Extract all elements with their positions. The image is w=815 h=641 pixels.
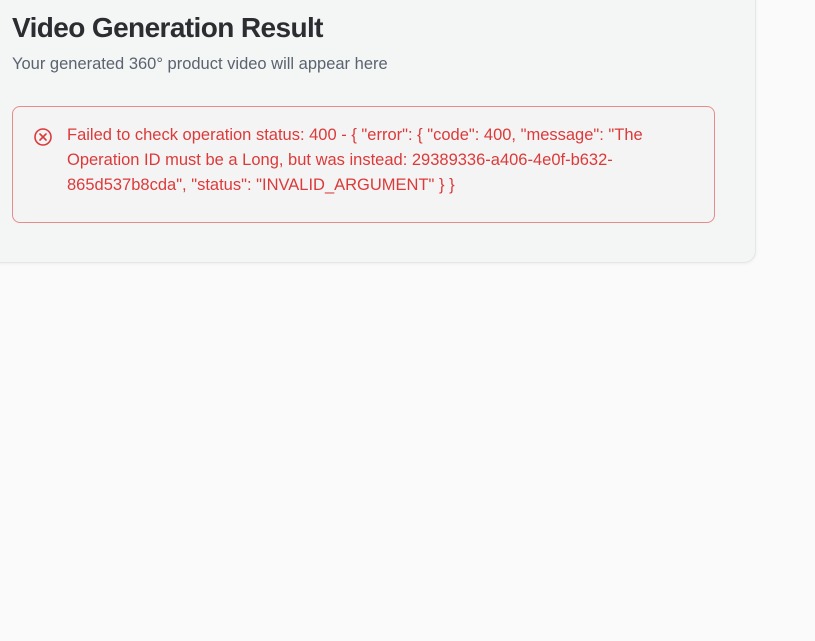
error-message: Failed to check operation status: 400 - … [67,126,643,194]
error-alert: Failed to check operation status: 400 - … [12,106,715,223]
card-title: Video Generation Result [12,12,323,43]
x-circle-icon [33,127,53,147]
card-subtitle: Your generated 360° product video will a… [12,55,388,73]
video-result-card: Video Generation Result Your generated 3… [0,0,756,263]
